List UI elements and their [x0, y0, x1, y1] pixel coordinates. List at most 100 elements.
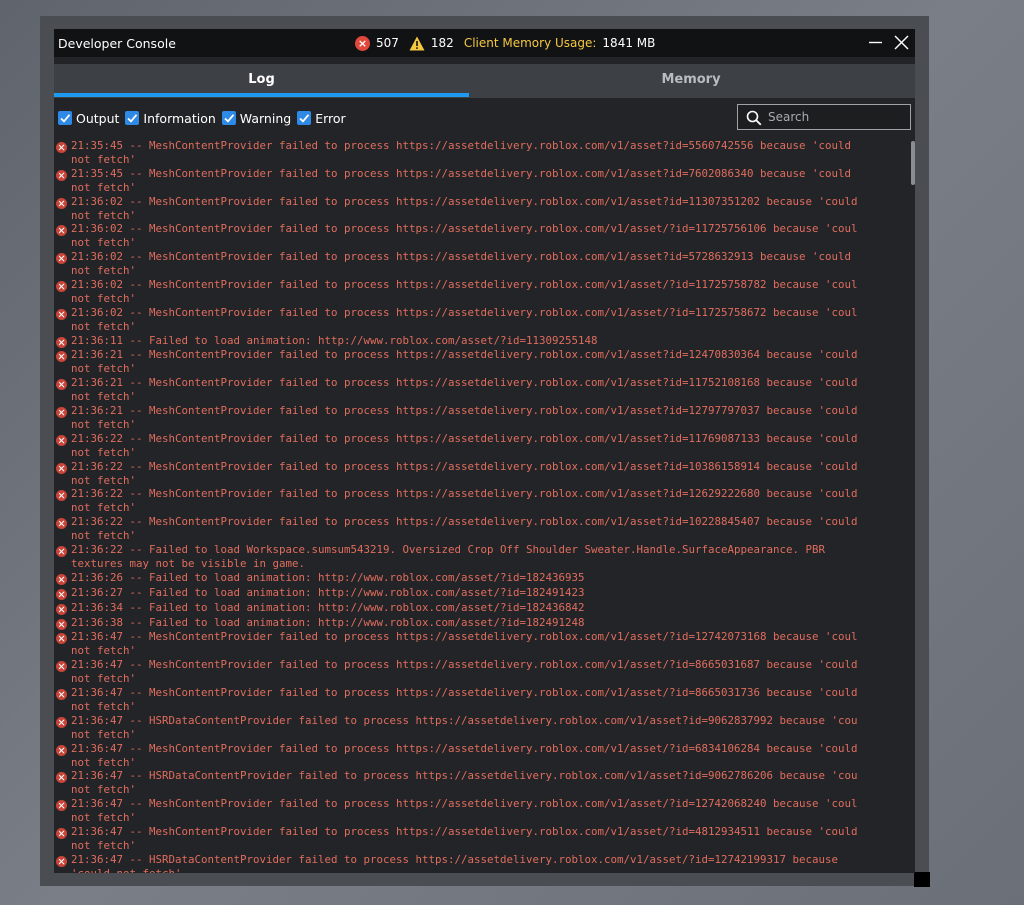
filter-output[interactable]: Output	[58, 111, 119, 126]
search-input[interactable]	[768, 109, 904, 125]
log-entry: 21:36:02 -- MeshContentProvider failed t…	[54, 306, 909, 334]
error-entry-icon	[56, 603, 67, 615]
log-entry-text: 21:36:47 -- MeshContentProvider failed t…	[71, 824, 858, 838]
log-entry: 21:36:22 -- Failed to load Workspace.sum…	[54, 543, 909, 571]
log-entry-text: 21:36:22 -- MeshContentProvider failed t…	[71, 515, 858, 529]
log-entry: 21:36:47 -- MeshContentProvider failed t…	[54, 797, 909, 825]
console-stats: × 507 182 Client Memory Usage: 1841 MB	[355, 35, 655, 51]
log-entry: 21:36:38 -- Failed to load animation: ht…	[54, 616, 909, 631]
filter-warning[interactable]: Warning	[221, 110, 292, 126]
log-entry-text: 21:36:02 -- MeshContentProvider failed t…	[71, 305, 858, 319]
error-entry-icon	[56, 379, 67, 391]
log-entry-text: 21:36:47 -- MeshContentProvider failed t…	[71, 658, 858, 672]
log-entry-text: 21:36:22 -- MeshContentProvider failed t…	[71, 459, 858, 473]
log-entry-text: 21:36:47 -- MeshContentProvider failed t…	[71, 741, 858, 755]
error-entry-icon	[56, 197, 67, 209]
log-entry: 21:35:45 -- MeshContentProvider failed t…	[54, 139, 909, 167]
log-entry-continuation: not fetch'	[71, 699, 137, 713]
error-label: Error	[315, 110, 346, 126]
warning-checkbox[interactable]	[221, 111, 236, 125]
log-entry-continuation: not fetch'	[71, 811, 137, 825]
error-checkbox[interactable]	[297, 111, 312, 125]
log-entry-text: 21:36:02 -- MeshContentProvider failed t…	[71, 250, 852, 264]
log-entry-continuation: not fetch'	[71, 529, 137, 543]
log-entry: 21:36:21 -- MeshContentProvider failed t…	[54, 404, 909, 432]
log-entry: 21:36:47 -- MeshContentProvider failed t…	[54, 686, 909, 714]
error-icon: ×	[355, 35, 370, 51]
log-entry: 21:36:02 -- MeshContentProvider failed t…	[54, 250, 909, 278]
log-entry: 21:36:02 -- MeshContentProvider failed t…	[54, 278, 909, 306]
log-entry-continuation: not fetch'	[71, 208, 137, 222]
log-entry-continuation: not fetch'	[71, 152, 137, 166]
log-entry-continuation: textures may not be visible in game.	[71, 556, 306, 570]
log-entry-text: 21:36:27 -- Failed to load animation: ht…	[71, 585, 585, 599]
log-entry: 21:36:21 -- MeshContentProvider failed t…	[54, 348, 909, 376]
minimize-icon[interactable]	[867, 34, 884, 51]
log-entry-text: 21:36:47 -- MeshContentProvider failed t…	[71, 797, 858, 811]
error-count: 507	[376, 36, 399, 50]
log-output[interactable]: 21:35:45 -- MeshContentProvider failed t…	[54, 139, 909, 873]
scrollbar-thumb[interactable]	[911, 141, 915, 185]
error-entry-icon	[56, 855, 67, 867]
log-entry-continuation: not fetch'	[71, 501, 137, 515]
log-entry-text: 21:36:47 -- HSRDataContentProvider faile…	[71, 713, 858, 727]
title-bar[interactable]: Developer Console × 507 182 Client Memor…	[54, 29, 915, 57]
log-filters: Output Information Warning Error	[58, 110, 352, 126]
information-checkbox[interactable]	[125, 111, 140, 125]
log-entry-text: 21:36:02 -- MeshContentProvider failed t…	[71, 222, 858, 236]
search-box[interactable]	[737, 104, 911, 130]
log-entry: 21:36:22 -- MeshContentProvider failed t…	[54, 432, 909, 460]
log-entry-text: 21:35:45 -- MeshContentProvider failed t…	[71, 166, 852, 180]
output-checkbox[interactable]	[58, 111, 72, 125]
error-entry-icon	[56, 308, 67, 320]
log-entry: 21:36:02 -- MeshContentProvider failed t…	[54, 222, 909, 250]
log-entry: 21:36:22 -- MeshContentProvider failed t…	[54, 460, 909, 488]
log-entry: 21:36:22 -- MeshContentProvider failed t…	[54, 515, 909, 543]
memory-value: 1841 MB	[602, 36, 656, 50]
error-entry-icon	[56, 661, 67, 673]
error-entry-icon	[56, 772, 67, 784]
log-entry: 21:36:47 -- MeshContentProvider failed t…	[54, 630, 909, 658]
log-entry-continuation: not fetch'	[71, 445, 137, 459]
error-entry-icon	[56, 490, 67, 502]
log-entry-continuation: not fetch'	[71, 727, 137, 741]
log-entry: 21:36:47 -- MeshContentProvider failed t…	[54, 742, 909, 770]
log-entry: 21:36:02 -- MeshContentProvider failed t…	[54, 195, 909, 223]
log-entry: 21:35:45 -- MeshContentProvider failed t…	[54, 167, 909, 195]
log-entry-text: 21:36:22 -- Failed to load Workspace.sum…	[71, 543, 826, 557]
log-entry-continuation: not fetch'	[71, 417, 137, 431]
log-entry: 21:36:34 -- Failed to load animation: ht…	[54, 601, 909, 616]
log-scrollbar[interactable]	[910, 139, 915, 873]
error-entry-icon	[56, 573, 67, 585]
log-entry-text: 21:36:22 -- MeshContentProvider failed t…	[71, 431, 858, 445]
log-entry-continuation: not fetch'	[71, 291, 137, 305]
active-tab-indicator	[54, 93, 469, 97]
close-icon[interactable]	[893, 34, 910, 51]
log-entry: 21:36:47 -- HSRDataContentProvider faile…	[54, 714, 909, 742]
error-entry-icon	[56, 462, 67, 474]
error-entry-icon	[56, 225, 67, 237]
log-entry-text: 21:36:47 -- HSRDataContentProvider faile…	[71, 769, 858, 783]
log-entry-continuation: 'could not fetch'	[71, 867, 909, 873]
error-entry-icon	[56, 689, 67, 700]
log-entry-text: 21:36:21 -- MeshContentProvider failed t…	[71, 404, 858, 418]
log-entry: 21:36:47 -- MeshContentProvider failed t…	[54, 658, 909, 686]
tab-bar: Log Memory	[54, 64, 915, 98]
error-entry-icon	[56, 518, 67, 530]
filter-information[interactable]: Information	[125, 111, 216, 126]
log-entry-text: 21:36:47 -- MeshContentProvider failed t…	[71, 630, 858, 644]
log-entry: 21:36:22 -- MeshContentProvider failed t…	[54, 487, 909, 515]
log-entry: 21:36:47 -- HSRDataContentProvider faile…	[54, 769, 909, 797]
resize-corner[interactable]	[914, 872, 930, 887]
log-entry-continuation: not fetch'	[71, 783, 137, 797]
log-entry-continuation: not fetch'	[71, 319, 137, 333]
log-entry: 21:36:11 -- Failed to load animation: ht…	[54, 334, 909, 349]
warning-label: Warning	[239, 110, 292, 126]
warning-count: 182	[430, 36, 454, 50]
error-entry-icon	[56, 142, 67, 153]
tab-memory[interactable]: Memory	[476, 64, 906, 98]
log-entry-text: 21:36:02 -- MeshContentProvider failed t…	[71, 277, 858, 291]
error-entry-icon	[56, 633, 67, 645]
log-entry-text: 21:36:21 -- MeshContentProvider failed t…	[71, 348, 858, 362]
filter-error[interactable]: Error	[297, 110, 346, 126]
